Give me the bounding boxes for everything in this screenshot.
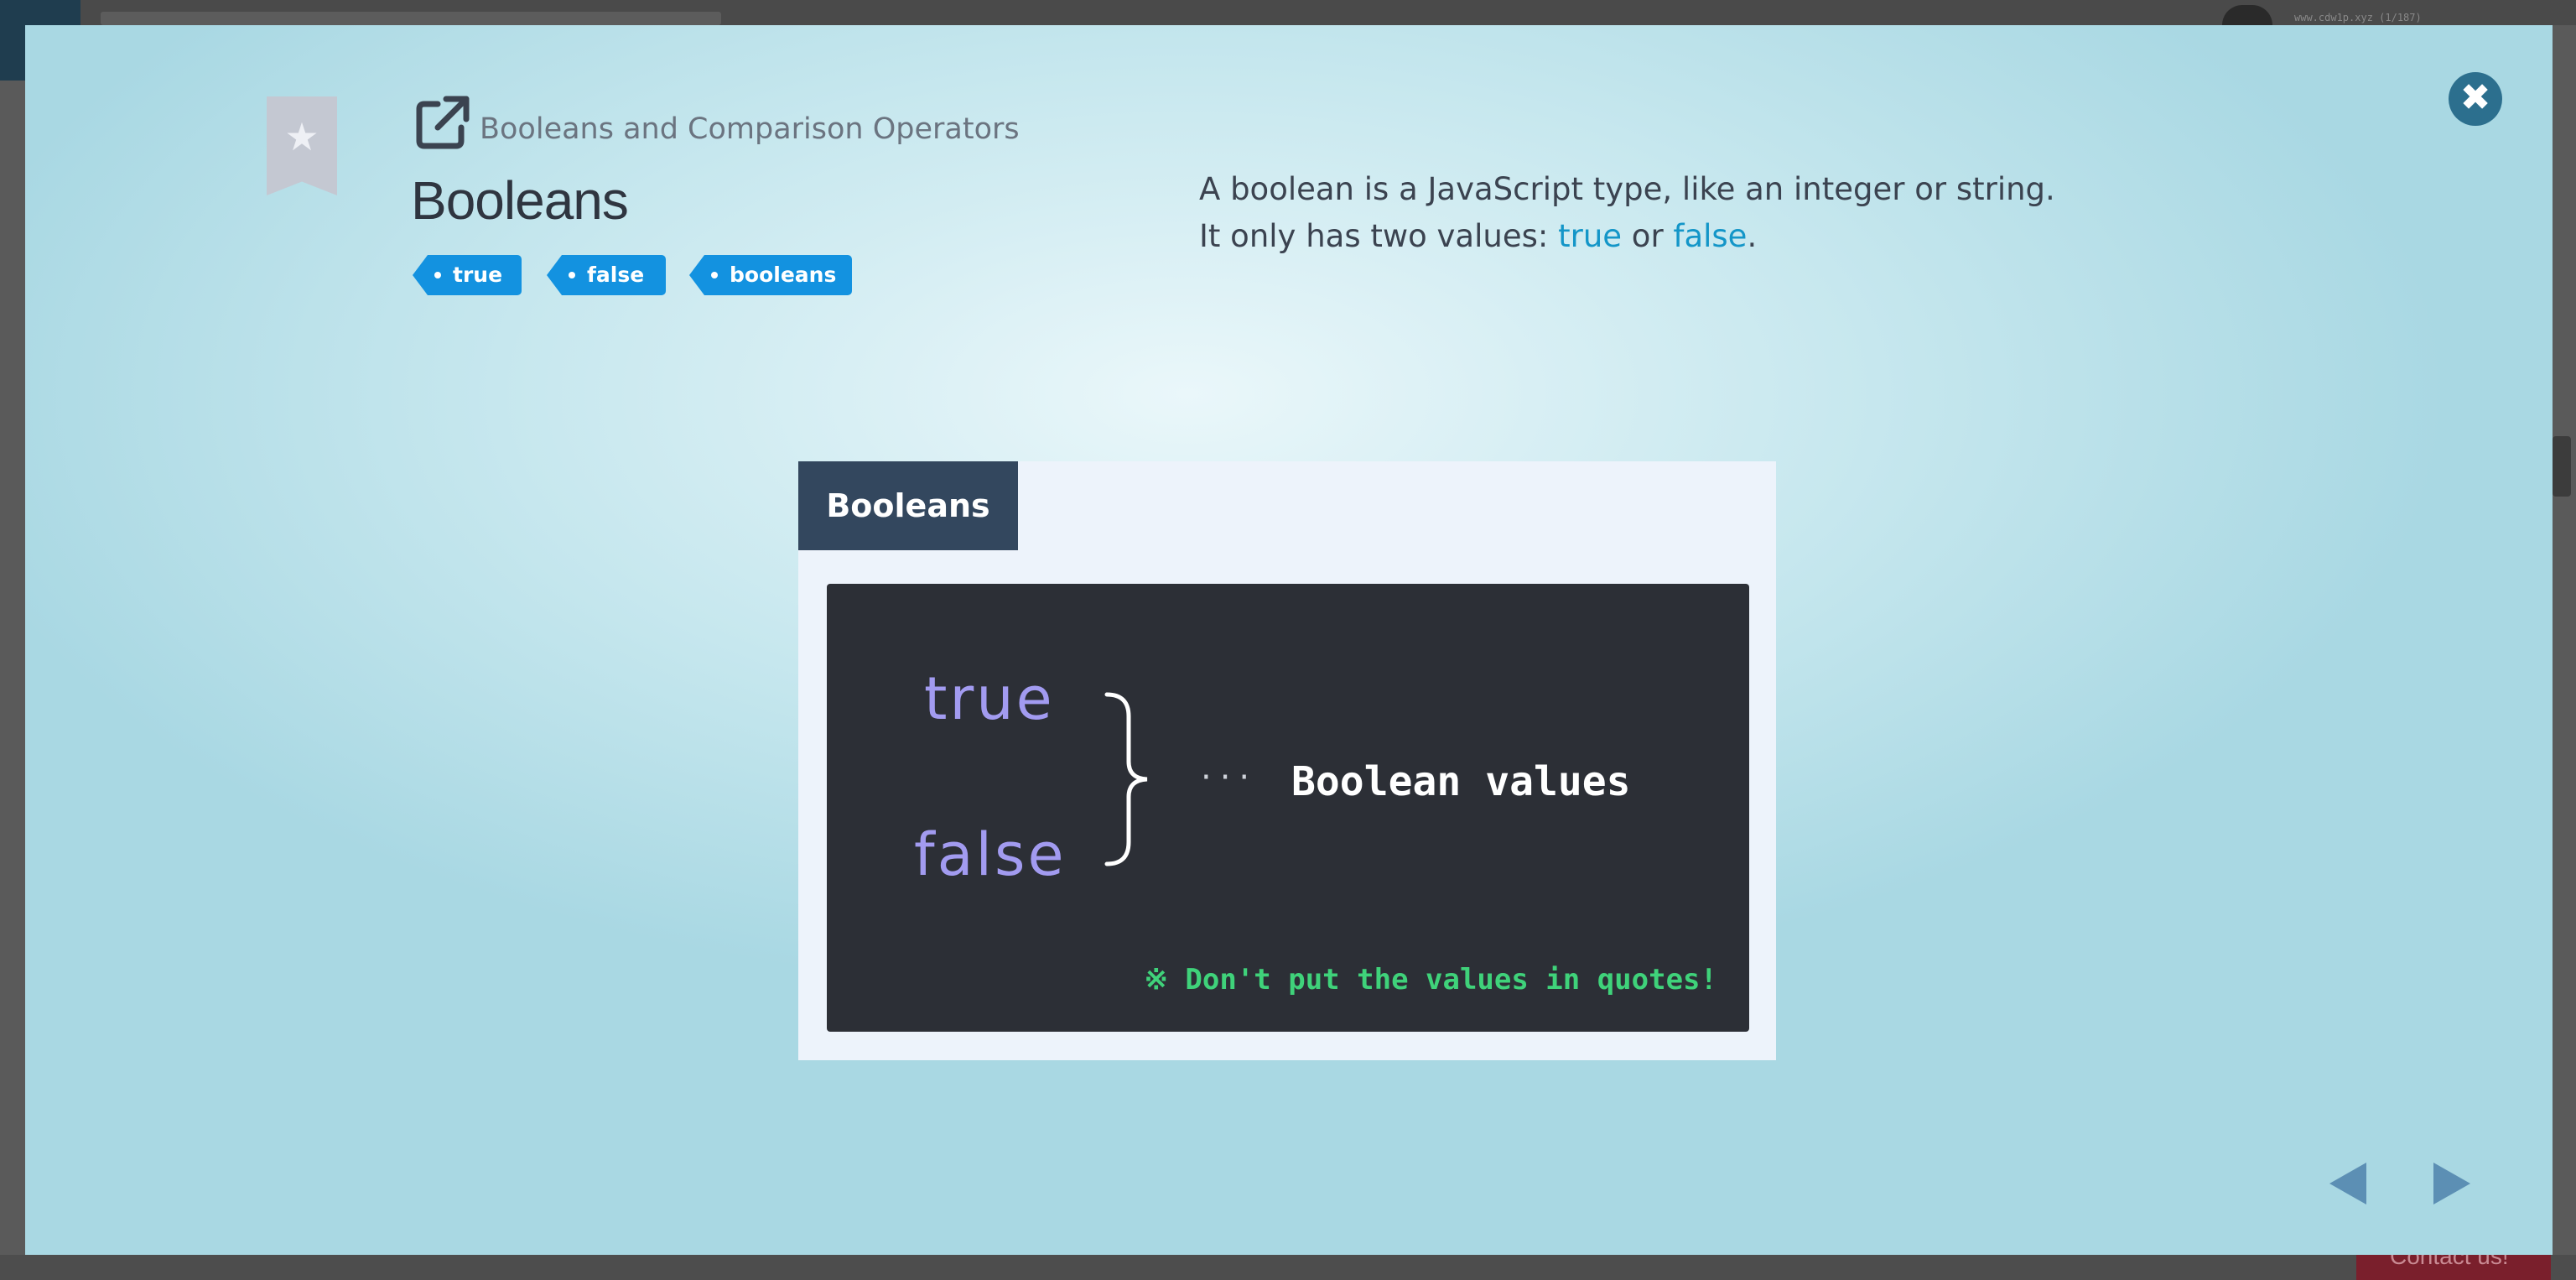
background-bottom-bar	[0, 1255, 2576, 1280]
description-line-1: A boolean is a JavaScript type, like an …	[1199, 171, 2055, 207]
slide-note: ※ Don't put the values in quotes!	[1144, 963, 1717, 996]
lesson-modal: ✖ ★ Booleans and Comparison Operators Bo…	[25, 25, 2553, 1255]
slide-card: Booleans true false ··· Boolean values ※…	[798, 461, 1776, 1060]
slide-value-false: false	[914, 820, 1067, 889]
external-link-icon[interactable]	[413, 92, 473, 153]
slide-value-true: true	[924, 664, 1055, 733]
background-scrollbar-thumb	[2553, 436, 2571, 497]
bookmark-button[interactable]: ★	[267, 96, 337, 195]
breadcrumb[interactable]: Booleans and Comparison Operators	[480, 112, 1020, 146]
slide-dots: ···	[1201, 758, 1259, 797]
close-button[interactable]: ✖	[2449, 72, 2502, 126]
keyword-true: true	[1558, 218, 1623, 254]
background-address-bar	[101, 12, 721, 25]
slide-tab-label: Booleans	[798, 461, 1018, 550]
tag-booleans[interactable]: booleans	[689, 255, 852, 295]
star-icon: ★	[284, 114, 319, 159]
description-line-2: It only has two values: true or false.	[1199, 213, 2055, 260]
close-icon: ✖	[2459, 76, 2491, 119]
tag-false[interactable]: false	[547, 255, 666, 295]
curly-brace-icon	[1104, 692, 1148, 866]
keyword-false: false	[1673, 218, 1748, 254]
tag-true[interactable]: true	[413, 255, 522, 295]
description-prefix: It only has two values:	[1199, 218, 1559, 254]
description: A boolean is a JavaScript type, like an …	[1199, 166, 2055, 260]
next-button[interactable]	[2433, 1163, 2470, 1205]
page-title: Booleans	[411, 170, 629, 231]
previous-button[interactable]	[2329, 1163, 2366, 1205]
description-period: .	[1747, 218, 1758, 254]
description-or: or	[1622, 218, 1674, 254]
slide-image: true false ··· Boolean values ※ Don't pu…	[827, 584, 1749, 1032]
background-url-text: www.cdw1p.xyz (1/187)	[2294, 12, 2422, 23]
slide-caption: Boolean values	[1291, 758, 1631, 805]
